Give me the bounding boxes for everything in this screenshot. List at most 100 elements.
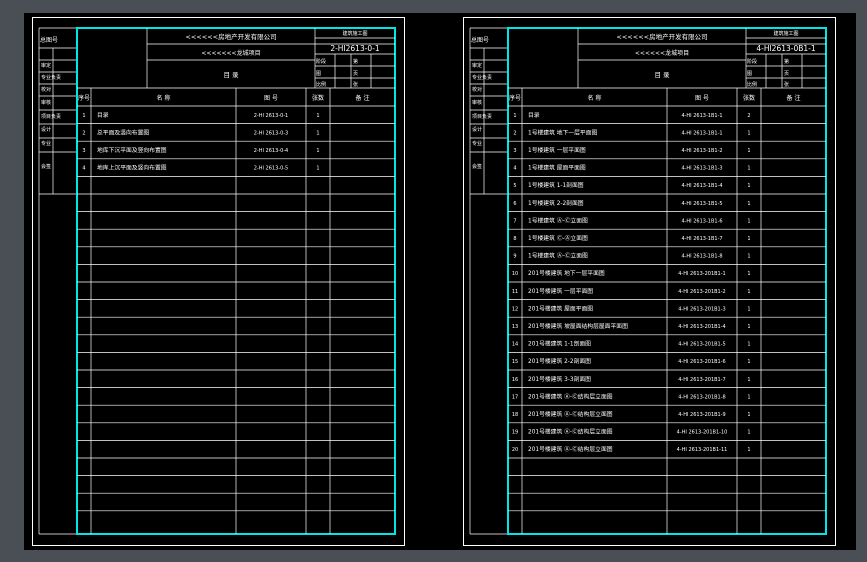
row-name: 地库下沉平面及竖向布置图: [97, 146, 167, 154]
sidebar-label: 审定: [41, 62, 51, 69]
row-code: 4-HI 2613-201B1-7: [678, 377, 725, 383]
sidebar-label: 专业: [472, 140, 482, 147]
row-number: 1: [82, 113, 85, 119]
column-header: 备 注: [787, 94, 801, 102]
row-count: 1: [316, 130, 319, 136]
column-header: 备 注: [356, 94, 370, 102]
row-code: 2-HI 2613-0-1: [254, 113, 289, 119]
sidebar-label: 会签: [472, 163, 482, 170]
sidebar-label: 审定: [472, 62, 482, 69]
row-count: 1: [747, 130, 750, 136]
row-name: 201号楼建筑 Ⓐ-Ⓒ结构层立面图: [528, 428, 613, 436]
row-number: 2: [82, 130, 85, 136]
meta-label: 比例: [747, 81, 757, 88]
row-code: 4-HI 2613-201B1-5: [678, 342, 725, 348]
row-count: 1: [747, 324, 750, 330]
sidebar-label: 项目负责: [41, 113, 61, 120]
sidebar-label: 校对: [41, 86, 51, 93]
row-code: 4-HI 2613-201B1-8: [678, 394, 725, 400]
column-header: 张数: [312, 94, 324, 102]
row-code: 2-HI 2613-0-4: [254, 148, 289, 154]
row-number: 2: [513, 130, 516, 136]
row-name: 201号楼建筑 1-1剖面图: [528, 340, 591, 348]
row-number: 4: [513, 166, 516, 172]
row-count: 1: [316, 113, 319, 119]
meta-label: 张: [353, 81, 358, 88]
row-code: 4-HI 2613-201B1-2: [678, 289, 725, 295]
row-number: 3: [513, 148, 516, 154]
sidebar-label: 会签: [41, 163, 51, 170]
row-number: 20: [512, 447, 518, 453]
row-number: 1: [513, 113, 516, 119]
row-name: 201号楼建筑 2-2剖面图: [528, 357, 591, 365]
row-number: 6: [513, 201, 516, 207]
row-code: 4-HI 2613-201B1-4: [678, 324, 725, 330]
row-count: 1: [747, 447, 750, 453]
row-name: 201号楼建筑 Ⓐ-Ⓒ结构层立面图: [528, 410, 613, 418]
index-table-right: 总图号审定专业负责校对审核项目负责设计专业会签 <<<<<<房地产开发有限公司 <<…: [469, 27, 827, 535]
row-number: 4: [82, 166, 85, 172]
drawing-type-label: 建筑施工图: [342, 30, 367, 37]
column-header: 名 称: [157, 94, 171, 102]
row-count: 1: [747, 306, 750, 312]
sidebar-label: 总图号: [471, 36, 489, 44]
meta-label: 页: [353, 71, 358, 77]
row-code: 4-HI 2613-1B1-4: [681, 183, 722, 189]
sidebar-label: 设计: [41, 126, 51, 133]
meta-label: 阶段: [747, 58, 757, 65]
row-count: 1: [747, 289, 750, 295]
sidebar-label: 审核: [41, 99, 51, 106]
row-count: 1: [316, 148, 319, 154]
row-name: 1号楼建筑 2-2剖面图: [528, 199, 584, 207]
meta-label: 图: [316, 71, 321, 77]
sidebar-label: 总图号: [40, 36, 58, 44]
row-code: 4-HI 2613-1B1-2: [681, 148, 722, 154]
drawing-sheet-right[interactable]: 总图号 审定 专业负责 校对 审核 项目负责 设计 专业 会签 <<<<<<房地产开发有限公司 <<…: [463, 17, 836, 546]
row-code: 4-HI 2613-201B1-11: [677, 447, 728, 453]
sidebar-label: 项目负责: [472, 113, 492, 120]
row-name: 201号楼建筑 地下一层平面图: [528, 269, 605, 277]
row-code: 4-HI 2613-201B1-6: [678, 359, 725, 365]
row-code: 4-HI 2613-1B1-1: [681, 113, 722, 119]
row-code: 4-HI 2613-1B1-3: [681, 166, 722, 172]
cad-canvas[interactable]: 总图号 审定 专业负责 校对 审核 项目负责 设计 专业 会签 <<<<<<房地产开发有限公司 <<…: [24, 13, 856, 550]
row-number: 8: [513, 236, 516, 242]
company-name: <<<<<<房地产开发有限公司: [616, 32, 707, 41]
row-code: 4-HI 2613-1B1-5: [681, 201, 722, 207]
sidebar-label: 审核: [472, 99, 482, 106]
meta-label: 阶段: [316, 58, 326, 65]
row-number: 18: [512, 412, 518, 418]
row-name: 201号楼建筑 一层平面图: [528, 287, 593, 295]
drawing-sheet-left[interactable]: 总图号 审定 专业负责 校对 审核 项目负责 设计 专业 会签 <<<<<<房地产开发有限公司 <<…: [32, 17, 405, 546]
row-name: 总平面及竖向布置图: [97, 128, 149, 136]
row-count: 1: [747, 394, 750, 400]
row-number: 9: [513, 254, 516, 260]
row-count: 2: [747, 113, 750, 119]
drawing-type-label: 建筑施工图: [773, 30, 798, 37]
row-count: 1: [747, 254, 750, 260]
column-header: 张数: [743, 94, 755, 102]
row-code: 4-HI 2613-1B1-8: [681, 254, 722, 260]
row-count: 1: [747, 359, 750, 365]
document-title: 目 录: [223, 71, 239, 79]
row-number: 5: [513, 183, 516, 189]
column-header: 名 称: [588, 94, 602, 102]
row-count: 1: [747, 166, 750, 172]
row-code: 2-HI 2613-0-3: [254, 130, 289, 136]
meta-label: 张: [784, 81, 789, 88]
row-count: 1: [747, 218, 750, 224]
row-name: 目录: [97, 111, 109, 119]
row-count: 1: [747, 271, 750, 277]
row-number: 14: [512, 342, 518, 348]
row-code: 4-HI 2613-201B1-9: [678, 412, 725, 418]
meta-label: 比例: [316, 81, 326, 88]
index-table-left: 总图号审定专业负责校对审核项目负责设计专业会签 <<<<<<房地产开发有限公司 <<…: [38, 27, 396, 535]
column-header: 序号: [78, 94, 90, 102]
meta-label: 页: [784, 71, 789, 77]
project-name: <<<<<<<龙城项目: [201, 49, 260, 57]
row-number: 17: [512, 394, 518, 400]
project-name: <<<<<<龙城项目: [635, 49, 689, 57]
row-name: 201号楼建筑 Ⓐ-Ⓒ结构层立面图: [528, 392, 613, 400]
row-number: 12: [512, 306, 518, 312]
row-name: 201号楼建筑 Ⓐ-Ⓒ结构层立面图: [528, 445, 613, 453]
